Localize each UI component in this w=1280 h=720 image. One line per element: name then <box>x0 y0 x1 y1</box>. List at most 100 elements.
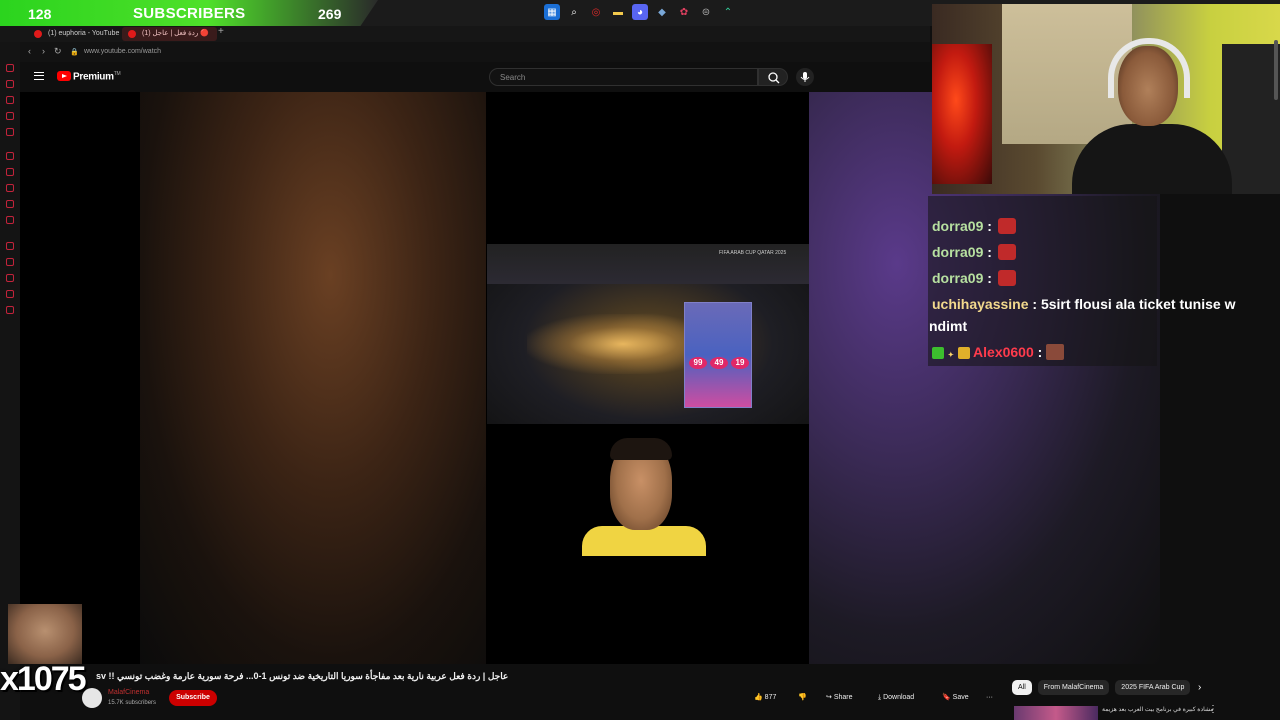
chevron-right-icon[interactable]: › <box>1198 682 1201 693</box>
browser-tab-bar: (1) euphoria - YouTube (1) ردة فعل | عاج… <box>0 26 930 42</box>
emote-icon <box>997 244 1016 260</box>
more-actions-button[interactable]: ··· <box>986 690 993 706</box>
reactor-facecam <box>582 434 706 556</box>
steam-icon[interactable]: ◆ <box>654 4 670 20</box>
subscriber-overlay: 128 SUBSCRIBERS 269 <box>0 0 378 28</box>
reload-icon[interactable]: ↻ <box>54 46 62 57</box>
voice-search-button[interactable] <box>796 68 814 86</box>
address-bar: ‹ › ↻ 🔒 www.youtube.com/watch <box>20 42 930 62</box>
microphone-icon <box>800 72 810 82</box>
cam-person-body <box>1072 124 1232 194</box>
url-field[interactable]: www.youtube.com/watch <box>84 48 161 55</box>
folder-icon[interactable]: ▬ <box>610 4 626 20</box>
scrollbar[interactable] <box>1274 40 1278 100</box>
opera-icon[interactable]: ◎ <box>588 4 604 20</box>
crown-badge-icon <box>957 347 970 359</box>
reactor-hair <box>610 438 672 460</box>
sidebar-icon-7[interactable] <box>6 168 14 176</box>
sidebar-icon-13[interactable] <box>6 274 14 282</box>
channel-avatar[interactable] <box>82 688 102 708</box>
chat-overlay: dorra09 : dorra09 : dorra09 : uchihayass… <box>928 196 1235 366</box>
search-button[interactable] <box>758 68 788 86</box>
chat-username: dorra09 <box>932 270 984 286</box>
save-button[interactable]: 🔖 Save <box>942 690 969 706</box>
sidebar-icon-10[interactable] <box>6 216 14 224</box>
like-count: 877 <box>764 694 777 701</box>
streamer-webcam <box>932 4 1280 194</box>
channel-subscriber-count: 15.7K subscribers <box>108 700 157 706</box>
tab-active-video[interactable]: (1) ردة فعل | عاجل 🔴 <box>122 27 217 41</box>
windows-start-icon[interactable]: ▦ <box>544 4 560 20</box>
chip-all[interactable]: All <box>1012 680 1032 695</box>
light-glow <box>527 314 687 374</box>
ambient-blur-left <box>140 92 486 664</box>
sidebar-icon-1[interactable] <box>6 64 14 72</box>
chat-text: 5sirt flousi ala ticket tunise w <box>1040 296 1236 312</box>
chip-arab-cup[interactable]: 2025 FIFA Arab Cup <box>1115 680 1191 695</box>
app-icon[interactable]: ✿ <box>676 4 692 20</box>
discord-icon[interactable]: ◕ <box>632 4 648 20</box>
sidebar-icon-4[interactable] <box>6 112 14 120</box>
bookmark-icon: 🔖 <box>942 694 951 701</box>
subscriber-count-right: 269 <box>318 6 342 22</box>
chat-message-continued: ndimt <box>929 318 968 334</box>
dislike-button[interactable]: 👎 <box>798 690 807 706</box>
search-input[interactable]: Search <box>489 68 758 86</box>
youtube-masthead: PremiumTM Search <box>20 62 930 92</box>
youtube-logo-icon[interactable] <box>57 71 71 81</box>
menu-icon[interactable] <box>34 72 44 80</box>
chevron-icon[interactable]: ⌃ <box>720 4 736 20</box>
chat-message: uchihayassine : 5sirt flousi ala ticket … <box>932 296 1236 312</box>
sidebar-icon-9[interactable] <box>6 200 14 208</box>
screen: 128 SUBSCRIBERS 269 ▦ ⌕ ◎ ▬ ◕ ◆ ✿ ⊜ ⌃ (1… <box>0 0 1280 720</box>
recommendation-thumbnail[interactable] <box>1014 706 1098 720</box>
like-button[interactable]: 👍 877 <box>754 690 776 706</box>
chip-from-channel[interactable]: From MalafCinema <box>1037 680 1110 695</box>
sidebar-icon-11[interactable] <box>6 242 14 250</box>
chat-message: dorra09 : <box>932 244 1016 260</box>
search-icon <box>768 72 780 84</box>
save-label: Save <box>952 694 969 701</box>
sidebar-icon-14[interactable] <box>6 290 14 298</box>
stadium-scene: FIFA ARAB CUP QATAR 2025 99 49 19 <box>487 244 809 424</box>
app-icon-2[interactable]: ⊜ <box>698 4 714 20</box>
poster-number: 49 <box>710 357 728 369</box>
stadium-crowd: FIFA ARAB CUP QATAR 2025 <box>487 244 809 284</box>
taskbar-icons: ▦ ⌕ ◎ ▬ ◕ ◆ ✿ ⊜ ⌃ <box>544 4 736 20</box>
promo-poster: 99 49 19 <box>684 302 752 408</box>
thumbs-down-icon: 👎 <box>798 694 807 701</box>
chat-username: dorra09 <box>932 244 984 260</box>
emote-icon <box>997 270 1016 286</box>
tab-label: (1) ردة فعل | عاجل 🔴 <box>142 30 209 37</box>
subscriber-badge-icon <box>932 347 944 359</box>
search-icon[interactable]: ⌕ <box>566 4 582 20</box>
forward-icon[interactable]: › <box>42 46 45 56</box>
recommendation-title[interactable]: مشادة كبيرة في برنامج بيت العرب بعد هزيم… <box>1102 706 1214 713</box>
sidebar-icon-3[interactable] <box>6 96 14 104</box>
brand-label: Premium <box>73 71 114 83</box>
emote-overlay-image <box>8 604 82 664</box>
new-tab-button[interactable]: + <box>218 26 224 37</box>
vip-badge-icon: ✦ <box>947 352 954 359</box>
download-button[interactable]: ⤓ Download <box>878 690 914 706</box>
lock-icon: 🔒 <box>70 49 79 56</box>
channel-name[interactable]: MalafCinema <box>108 689 149 696</box>
sidebar-icon-15[interactable] <box>6 306 14 314</box>
chat-username: uchihayassine <box>932 296 1029 312</box>
sidebar-icon-5[interactable] <box>6 128 14 136</box>
sidebar-icon-8[interactable] <box>6 184 14 192</box>
sidebar-icon-6[interactable] <box>6 152 14 160</box>
video-frame[interactable]: FIFA ARAB CUP QATAR 2025 99 49 19 <box>487 92 809 664</box>
back-icon[interactable]: ‹ <box>28 46 31 56</box>
more-vert-icon[interactable]: ⋮ <box>1208 704 1218 715</box>
sidebar-icon-2[interactable] <box>6 80 14 88</box>
subscribe-button[interactable]: Subscribe <box>169 690 217 706</box>
youtube-favicon-icon <box>128 30 136 38</box>
youtube-brand[interactable]: PremiumTM <box>73 71 121 83</box>
subscriber-label: SUBSCRIBERS <box>133 5 246 22</box>
tab-label: (1) euphoria - YouTube <box>48 30 120 37</box>
share-button[interactable]: ↪ Share <box>826 690 853 706</box>
tab-euphoria[interactable]: (1) euphoria - YouTube <box>28 27 127 41</box>
emote-icon <box>1046 344 1065 360</box>
sidebar-icon-12[interactable] <box>6 258 14 266</box>
